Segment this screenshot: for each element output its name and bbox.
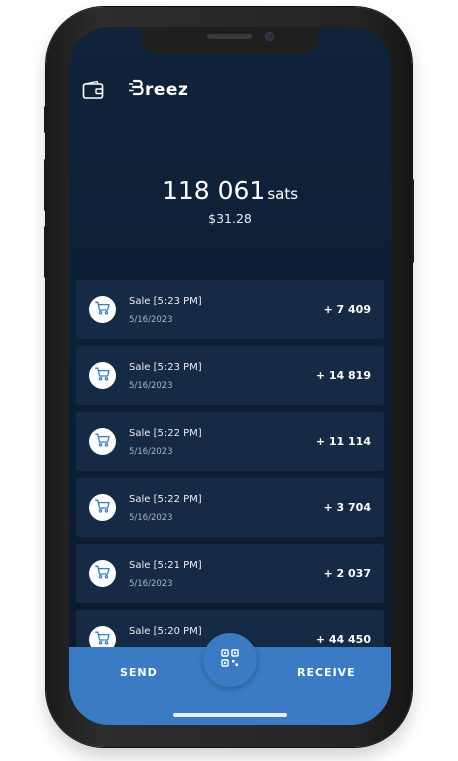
wallet-icon[interactable]: [82, 80, 104, 100]
transaction-icon-badge: [89, 296, 116, 323]
balance-amount-row: 118 061 sats: [69, 177, 391, 208]
transaction-list[interactable]: Sale [5:23 PM] 5/16/2023 + 7 409 Sale [5:23…: [76, 280, 384, 676]
transaction-date: 5/16/2023: [129, 315, 173, 325]
shopping-cart-icon: [95, 498, 110, 517]
phone-power-button: [411, 179, 414, 263]
qr-scan-icon: [221, 649, 239, 671]
phone-mute-switch: [44, 106, 47, 133]
shopping-cart-icon: [95, 432, 110, 451]
shopping-cart-icon: [95, 564, 110, 583]
transaction-date: 5/16/2023: [129, 579, 173, 589]
breez-logo: reez: [128, 79, 189, 101]
scan-button[interactable]: [203, 633, 257, 687]
balance-display: 118 061 sats $31.28: [69, 177, 391, 227]
transaction-amount: + 44 450: [315, 633, 371, 646]
breez-logo-icon: [128, 79, 144, 101]
front-camera: [265, 32, 274, 41]
phone-volume-up: [44, 159, 47, 211]
transaction-amount: + 2 037: [323, 567, 372, 580]
transaction-row[interactable]: Sale [5:23 PM] 5/16/2023 + 14 819: [76, 346, 384, 405]
transaction-icon-badge: [89, 428, 116, 455]
transaction-date: 5/16/2023: [129, 381, 173, 391]
receive-button[interactable]: RECEIVE: [297, 666, 356, 679]
speaker-grille: [207, 34, 252, 39]
transaction-amount: + 3 704: [323, 501, 372, 514]
shopping-cart-icon: [95, 366, 110, 385]
transaction-icon-badge: [89, 362, 116, 389]
app-screen: reez 118 061 sats $31.28 Sale [5:23 PM] 5/…: [69, 27, 391, 725]
transaction-title: Sale [5:22 PM]: [129, 494, 202, 505]
transaction-date: 5/16/2023: [129, 513, 173, 523]
transaction-icon-badge: [89, 494, 116, 521]
home-indicator: [173, 713, 287, 717]
transaction-row[interactable]: Sale [5:21 PM] 5/16/2023 + 2 037: [76, 544, 384, 603]
balance-amount: 118 061: [161, 176, 266, 205]
phone-notch: [141, 27, 319, 54]
transaction-date: 5/16/2023: [129, 447, 173, 457]
balance-unit: sats: [267, 185, 299, 203]
breez-logo-text: reez: [145, 80, 189, 100]
transaction-title: Sale [5:21 PM]: [129, 560, 202, 571]
send-button[interactable]: SEND: [120, 666, 158, 679]
transaction-row[interactable]: Sale [5:22 PM] 5/16/2023 + 3 704: [76, 478, 384, 537]
transaction-title: Sale [5:22 PM]: [129, 428, 202, 439]
transaction-row[interactable]: Sale [5:22 PM] 5/16/2023 + 11 114: [76, 412, 384, 471]
shopping-cart-icon: [95, 300, 110, 319]
balance-fiat: $31.28: [208, 211, 252, 226]
transaction-icon-badge: [89, 560, 116, 587]
transaction-amount: + 14 819: [315, 369, 371, 382]
transaction-amount: + 7 409: [323, 303, 372, 316]
transaction-title: Sale [5:23 PM]: [129, 362, 202, 373]
phone-volume-down: [44, 226, 47, 278]
transaction-row[interactable]: Sale [5:23 PM] 5/16/2023 + 7 409: [76, 280, 384, 339]
transaction-amount: + 11 114: [315, 435, 371, 448]
transaction-title: Sale [5:23 PM]: [129, 296, 202, 307]
transaction-title: Sale [5:20 PM]: [129, 626, 202, 637]
